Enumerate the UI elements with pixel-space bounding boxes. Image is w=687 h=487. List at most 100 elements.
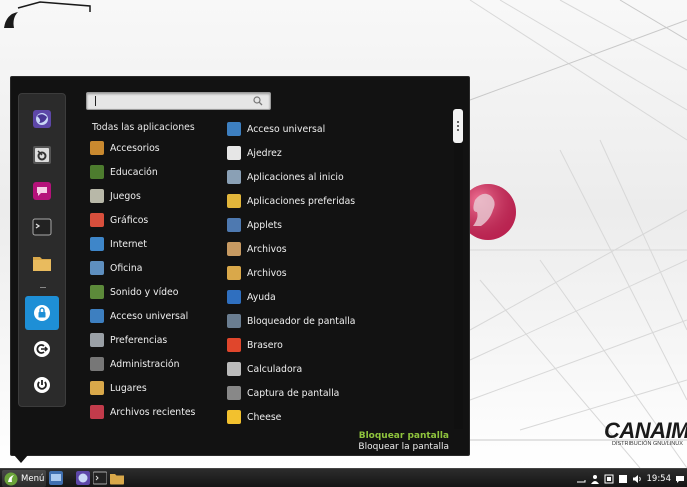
display-icon[interactable] bbox=[618, 474, 628, 484]
app-list-scrollbar[interactable] bbox=[454, 109, 463, 429]
fav-files[interactable] bbox=[25, 246, 59, 280]
network-icon[interactable] bbox=[604, 474, 614, 484]
category-item[interactable]: Gráficos bbox=[90, 210, 210, 230]
app-label: Brasero bbox=[247, 339, 283, 351]
user-icon[interactable] bbox=[590, 474, 600, 484]
selected-item-description: Bloquear la pantalla bbox=[358, 442, 449, 452]
app-item[interactable]: Cheese bbox=[227, 407, 447, 427]
app-item[interactable]: Acceso universal bbox=[227, 119, 447, 139]
taskbar: Menú 19:54 bbox=[0, 468, 687, 487]
universal-access-icon bbox=[90, 309, 104, 323]
category-item[interactable]: Lugares bbox=[90, 378, 210, 398]
accessories-icon bbox=[90, 141, 104, 155]
sound-video-icon bbox=[90, 285, 104, 299]
folder-icon bbox=[33, 257, 51, 271]
category-label: Accesorios bbox=[110, 142, 160, 154]
places-folder-icon bbox=[90, 381, 104, 395]
category-item[interactable]: Preferencias bbox=[90, 330, 210, 350]
web-browser-launcher-icon[interactable] bbox=[76, 471, 90, 485]
administration-icon bbox=[90, 357, 104, 371]
search-input[interactable] bbox=[91, 94, 246, 108]
education-icon bbox=[90, 165, 104, 179]
app-label: Aplicaciones al inicio bbox=[247, 171, 344, 183]
fav-web-browser[interactable] bbox=[25, 102, 59, 136]
app-item[interactable]: Brasero bbox=[227, 335, 447, 355]
clock[interactable]: 19:54 bbox=[647, 474, 672, 484]
app-item[interactable]: Captura de pantalla bbox=[227, 383, 447, 403]
category-item[interactable]: Administración bbox=[90, 354, 210, 374]
startup-apps-icon bbox=[227, 170, 241, 184]
app-label: Ajedrez bbox=[247, 147, 282, 159]
brasero-icon bbox=[227, 338, 241, 352]
office-icon bbox=[90, 261, 104, 275]
terminal-icon bbox=[32, 218, 52, 236]
fav-shutdown[interactable] bbox=[25, 368, 59, 402]
category-item[interactable]: Educación bbox=[90, 162, 210, 182]
notification-icon[interactable] bbox=[675, 474, 685, 484]
app-item[interactable]: Bloqueador de pantalla bbox=[227, 311, 447, 331]
chat-icon bbox=[33, 182, 51, 200]
app-item[interactable]: Calculadora bbox=[227, 359, 447, 379]
app-label: Ayuda bbox=[247, 291, 276, 303]
category-item[interactable]: Acceso universal bbox=[90, 306, 210, 326]
category-item[interactable]: Accesorios bbox=[90, 138, 210, 158]
category-item[interactable]: Sonido y vídeo bbox=[90, 282, 210, 302]
app-item[interactable]: Aplicaciones preferidas bbox=[227, 191, 447, 211]
category-item[interactable]: Juegos bbox=[90, 186, 210, 206]
app-item[interactable]: Archivos bbox=[227, 239, 447, 259]
app-item[interactable]: Ajedrez bbox=[227, 143, 447, 163]
applets-icon bbox=[227, 218, 241, 232]
category-item[interactable]: Oficina bbox=[90, 258, 210, 278]
preferences-icon bbox=[90, 333, 104, 347]
universal-access-icon bbox=[227, 122, 241, 136]
favorites-separator bbox=[40, 287, 46, 288]
category-label: Administración bbox=[110, 358, 180, 370]
menu-logo-icon bbox=[4, 472, 18, 485]
cheese-icon bbox=[227, 410, 241, 424]
screensaver-icon bbox=[227, 314, 241, 328]
internet-icon bbox=[90, 237, 104, 251]
power-icon bbox=[34, 377, 50, 393]
app-label: Captura de pantalla bbox=[247, 387, 340, 399]
favorites-sidebar bbox=[18, 93, 66, 407]
scrollbar-thumb[interactable] bbox=[453, 109, 463, 143]
files-launcher-icon[interactable] bbox=[110, 471, 124, 485]
keyboard-layout-icon[interactable] bbox=[576, 474, 586, 484]
menu-button-label: Menú bbox=[21, 473, 45, 484]
fav-logout[interactable] bbox=[25, 332, 59, 366]
web-browser-icon bbox=[33, 110, 51, 128]
show-desktop-icon[interactable] bbox=[49, 471, 63, 485]
volume-icon[interactable] bbox=[632, 474, 642, 484]
fav-system-settings[interactable] bbox=[25, 138, 59, 172]
search-icon bbox=[253, 96, 263, 106]
category-all-applications[interactable]: Todas las aplicaciones bbox=[92, 122, 195, 133]
graphics-icon bbox=[90, 213, 104, 227]
menu-button[interactable]: Menú bbox=[2, 470, 46, 487]
app-item[interactable]: Ayuda bbox=[227, 287, 447, 307]
games-icon bbox=[90, 189, 104, 203]
preferred-apps-icon bbox=[227, 194, 241, 208]
recent-files-icon bbox=[90, 405, 104, 419]
terminal-launcher-icon[interactable] bbox=[93, 471, 107, 485]
category-label: Internet bbox=[110, 238, 147, 250]
search-box[interactable] bbox=[86, 92, 271, 110]
category-label: Preferencias bbox=[110, 334, 168, 346]
text-cursor bbox=[95, 96, 96, 106]
fav-chat[interactable] bbox=[25, 174, 59, 208]
app-item[interactable]: Applets bbox=[227, 215, 447, 235]
selected-item-title: Bloquear pantalla bbox=[358, 431, 449, 441]
app-item[interactable]: Aplicaciones al inicio bbox=[227, 167, 447, 187]
app-label: Archivos bbox=[247, 243, 287, 255]
app-label: Aplicaciones preferidas bbox=[247, 195, 356, 207]
category-item[interactable]: Archivos recientes bbox=[90, 402, 210, 422]
fav-lock-screen[interactable] bbox=[25, 296, 59, 330]
fav-terminal[interactable] bbox=[25, 210, 59, 244]
category-item[interactable]: Internet bbox=[90, 234, 210, 254]
app-label: Calculadora bbox=[247, 363, 303, 375]
app-label: Bloqueador de pantalla bbox=[247, 315, 356, 327]
app-item[interactable]: Archivos bbox=[227, 263, 447, 283]
category-label: Gráficos bbox=[110, 214, 149, 226]
app-label: Cheese bbox=[247, 411, 282, 423]
category-label: Lugares bbox=[110, 382, 147, 394]
app-label: Applets bbox=[247, 219, 282, 231]
